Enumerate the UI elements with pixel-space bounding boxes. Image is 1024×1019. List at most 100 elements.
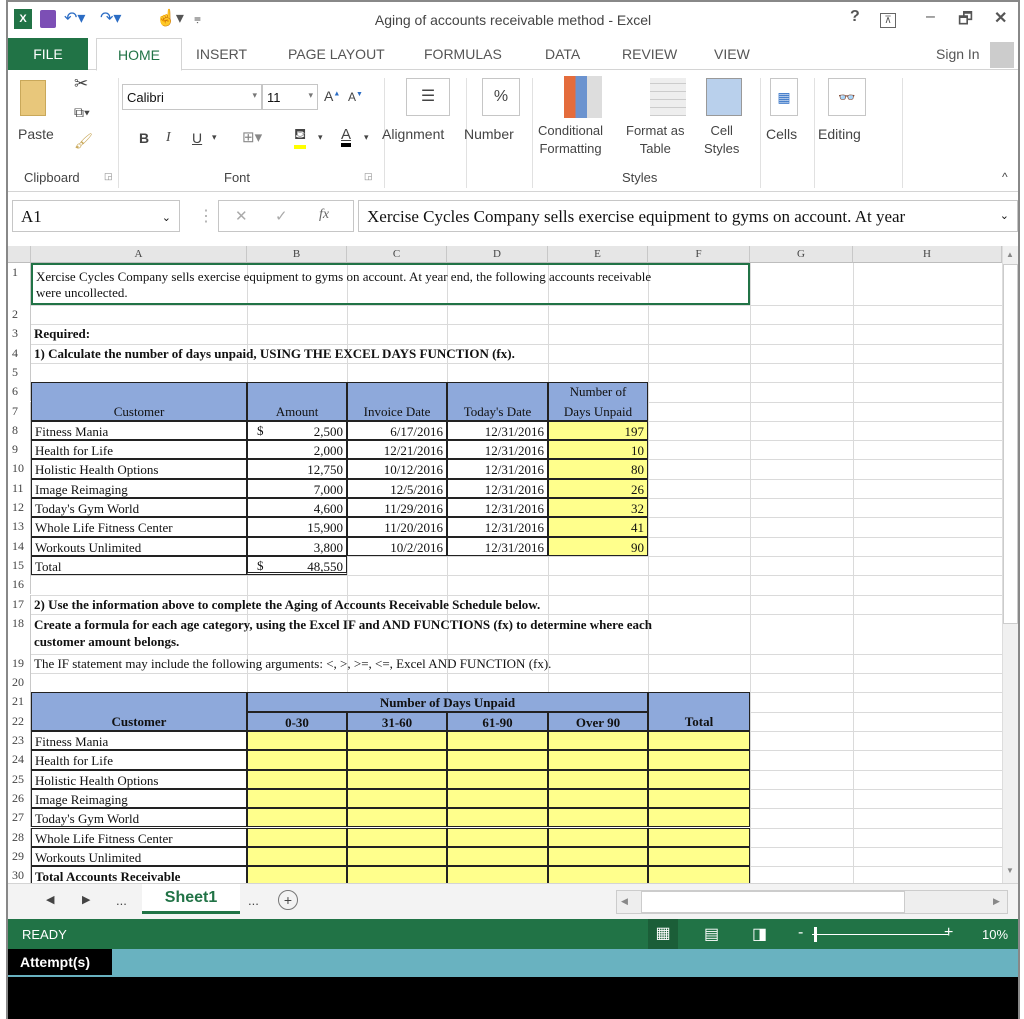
todays-date[interactable]: 12/31/2016 [447,459,548,479]
customer-name[interactable]: Fitness Mania [31,420,247,441]
row-header-3[interactable]: 3 [8,324,31,344]
row-header-19[interactable]: 19 [8,653,31,674]
invoice-date[interactable]: 10/2/2016 [347,536,447,556]
tab-review[interactable]: REVIEW [622,46,677,62]
zoom-slider-thumb[interactable] [814,927,817,942]
number-button[interactable]: Number [464,126,514,142]
amount-value[interactable]: 15,900 [247,517,347,537]
aging-input-cell[interactable] [247,750,347,770]
invoice-date[interactable]: 11/29/2016 [347,498,447,518]
aging-header-bucket[interactable]: 31-60 [347,711,447,731]
aging-input-cell[interactable] [447,808,548,828]
fill-color-icon[interactable]: ⛾ [294,126,307,149]
select-all-corner[interactable] [8,246,31,263]
header-customer[interactable]: Customer [31,402,247,421]
chevron-down-icon[interactable]: ▾ [212,132,217,143]
format-as-table-button[interactable]: Format as Table [626,122,685,158]
tab-data[interactable]: DATA [545,46,580,62]
next-sheet-icon[interactable]: ▶ [82,893,90,906]
add-sheet-button[interactable]: + [278,890,298,910]
tab-home[interactable]: HOME [96,38,182,71]
increase-font-icon[interactable]: A▲ [324,88,340,104]
row-header-18[interactable]: 18 [8,613,31,654]
dialog-launcher-icon[interactable]: ◲ [104,171,113,182]
currency-symbol[interactable]: $ [247,556,347,575]
sheet-tab-sheet1[interactable]: Sheet1 [142,884,240,914]
row-header-25[interactable]: 25 [8,769,31,789]
cell-a4-task1[interactable]: 1) Calculate the number of days unpaid, … [31,344,515,363]
aging-header-days-unpaid[interactable]: Number of Days Unpaid [247,692,648,712]
formula-input[interactable]: Xercise Cycles Company sells exercise eq… [358,200,1018,232]
row-header-28[interactable]: 28 [8,827,31,847]
zoom-in-button[interactable]: + [944,924,953,942]
number-format-icon[interactable]: % [482,78,520,116]
cells-icon[interactable]: ▦ [770,78,798,116]
column-header-g[interactable]: G [750,246,853,263]
aging-input-cell[interactable] [648,788,750,809]
todays-date[interactable]: 12/31/2016 [447,478,548,498]
cells-button[interactable]: Cells [766,126,797,142]
days-unpaid-value[interactable]: 41 [548,517,648,537]
scroll-down-icon[interactable]: ▼ [1006,866,1014,875]
row-header-4[interactable]: 4 [8,343,31,363]
cell-a18-task3[interactable]: Create a formula for each age category, … [31,614,750,654]
column-header-f[interactable]: F [648,246,750,263]
collapse-ribbon-icon[interactable]: ^ [1002,170,1008,184]
zoom-slider[interactable] [812,934,948,935]
aging-input-cell[interactable] [247,731,347,751]
scroll-right-icon[interactable]: ▶ [993,896,1000,907]
font-name-select[interactable]: Calibri ▾ [122,84,262,110]
column-header-e[interactable]: E [548,246,648,263]
customer-name[interactable]: Holistic Health Options [31,459,247,479]
column-header-a[interactable]: A [31,246,247,263]
row-header-7[interactable]: 7 [8,401,31,421]
row-header-12[interactable]: 12 [8,498,31,518]
scroll-up-icon[interactable]: ▲ [1006,250,1014,259]
row-header-22[interactable]: 22 [8,711,31,731]
row-header-9[interactable]: 9 [8,440,31,460]
days-unpaid-value[interactable]: 197 [548,420,648,441]
aging-input-cell[interactable] [447,846,548,867]
tab-file[interactable]: FILE [8,38,88,70]
header-days-unpaid-1[interactable]: Number of [548,382,648,401]
underline-button[interactable]: U [192,130,202,146]
horizontal-scrollbar[interactable]: ◀ ▶ [616,890,1008,914]
aging-input-cell[interactable] [548,846,648,867]
days-unpaid-value[interactable]: 32 [548,498,648,518]
alignment-icon[interactable]: ☰ [406,78,450,116]
aging-header-customer[interactable]: Customer [31,712,247,731]
tab-view[interactable]: VIEW [714,46,750,62]
row-header-24[interactable]: 24 [8,750,31,770]
row-header-14[interactable]: 14 [8,536,31,556]
aging-input-cell[interactable] [548,769,648,789]
copy-icon[interactable]: ⧉▾ [74,104,90,121]
row-header-23[interactable]: 23 [8,731,31,751]
aging-input-cell[interactable] [548,827,648,847]
attempts-label[interactable]: Attempt(s) [8,949,112,975]
row-header-8[interactable]: 8 [8,420,31,441]
days-unpaid-value[interactable]: 26 [548,478,648,498]
ribbon-display-icon[interactable]: ⊼ [880,13,896,28]
aging-customer-name[interactable]: Fitness Mania [31,731,247,751]
aging-input-cell[interactable] [247,846,347,867]
cut-icon[interactable]: ✂ [74,74,88,94]
aging-input-cell[interactable] [648,769,750,789]
cell-a1-intro[interactable]: Xercise Cycles Company sells exercise eq… [31,263,750,305]
cell-a3-required[interactable]: Required: [31,324,247,343]
chevron-down-icon[interactable]: ▾ [364,132,369,143]
row-header-26[interactable]: 26 [8,788,31,809]
cell-a17-task2[interactable]: 2) Use the information above to complete… [31,595,540,614]
page-break-view-icon[interactable]: ◨ [752,924,767,944]
page-layout-view-icon[interactable]: ▤ [704,924,719,944]
aging-input-cell[interactable] [447,731,548,751]
aging-input-cell[interactable] [648,808,750,828]
aging-header-total[interactable]: Total [648,712,750,731]
aging-customer-name[interactable]: Workouts Unlimited [31,846,247,867]
font-size-select[interactable]: 11 ▾ [262,84,318,110]
row-header-16[interactable]: 16 [8,575,31,595]
more-sheets-left[interactable]: ... [116,893,127,908]
aging-input-cell[interactable] [648,827,750,847]
cancel-icon[interactable]: ✕ [235,207,248,225]
row-header-29[interactable]: 29 [8,846,31,867]
amount-value[interactable]: 3,800 [247,536,347,556]
